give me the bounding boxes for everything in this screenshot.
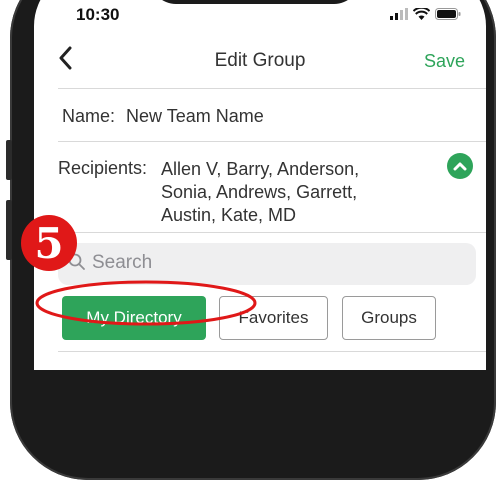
group-name-row[interactable]: Name: New Team Name [62,106,264,127]
step-number-badge: 5 [21,215,77,271]
cellular-signal-icon [390,8,408,20]
page-title: Edit Group [214,50,306,71]
recipients-line: Sonia, Andrews, Garrett, [161,182,358,202]
phone-screen: 10:30 Edit Group Save Name: New Team Nam… [34,0,486,370]
recipients-divider [58,232,486,233]
phone-frame: 10:30 Edit Group Save Name: New Team Nam… [6,0,496,480]
search-placeholder: Search [92,252,153,273]
recipients-label: Recipients: [58,158,148,178]
tab-groups[interactable]: Groups [342,296,436,340]
status-time: 10:30 [76,5,120,24]
recipients-line: Austin, Kate, MD [161,205,297,225]
phone-side-button [6,140,12,180]
name-divider [58,141,486,142]
wifi-icon [413,8,430,20]
tab-favorites[interactable]: Favorites [219,296,328,340]
battery-icon [435,8,461,20]
recipients-list: Allen V, Barry, Anderson, Sonia, Andrews… [161,158,391,227]
save-button[interactable]: Save [424,51,465,72]
tabs-divider [58,351,486,352]
group-name-label: Name: [62,106,116,126]
chevron-up-icon [453,162,467,171]
header-divider [58,88,486,89]
recipients-line: Allen V, Barry, Anderson, [161,159,360,179]
collapse-recipients-button[interactable] [447,153,473,179]
group-name-value: New Team Name [126,106,264,126]
tab-my-directory[interactable]: My Directory [62,296,206,340]
phone-side-button [6,200,12,260]
status-icons [390,8,461,20]
notch [150,0,360,4]
